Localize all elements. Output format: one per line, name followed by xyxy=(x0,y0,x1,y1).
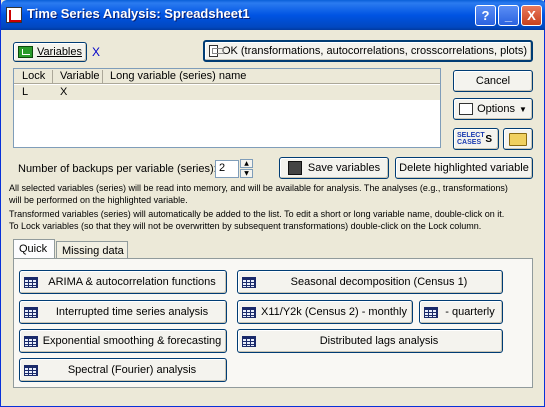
backups-label: Number of backups per variable (series): xyxy=(18,163,217,175)
folder-icon xyxy=(509,132,527,146)
grid-icon xyxy=(24,335,38,347)
grid-icon xyxy=(424,306,438,318)
save-icon xyxy=(287,161,302,175)
variable-list[interactable]: Lock Variable Long variable (series) nam… xyxy=(13,68,441,148)
seasonal-decomposition-button[interactable]: Seasonal decomposition (Census 1) xyxy=(237,270,503,294)
backups-up-button[interactable]: ▲ xyxy=(240,159,253,168)
options-label: Options xyxy=(477,103,515,115)
minimize-button[interactable]: _ xyxy=(498,5,519,26)
close-button[interactable]: X xyxy=(521,5,542,26)
grid-icon xyxy=(242,335,256,347)
backups-down-button[interactable]: ▼ xyxy=(240,169,253,178)
cancel-label: Cancel xyxy=(475,75,511,87)
grid-icon xyxy=(24,306,38,318)
save-variables-label: Save variables xyxy=(307,162,381,174)
save-variables-button[interactable]: Save variables xyxy=(279,157,389,179)
grid-icon xyxy=(242,306,256,318)
options-button[interactable]: Options ▼ xyxy=(453,98,533,120)
variable-list-header: Lock Variable Long variable (series) nam… xyxy=(14,69,440,84)
interrupted-time-series-button[interactable]: Interrupted time series analysis xyxy=(19,300,227,324)
grid-icon xyxy=(24,276,38,288)
seasonal-decomposition-label: Seasonal decomposition (Census 1) xyxy=(290,276,468,288)
tab-missing-data[interactable]: Missing data xyxy=(56,241,128,259)
options-icon xyxy=(459,103,474,115)
variables-label: Variables xyxy=(36,46,82,58)
interrupted-time-series-label: Interrupted time series analysis xyxy=(55,306,209,318)
backups-input[interactable]: 2 xyxy=(215,160,239,178)
row-variable-cell[interactable]: X xyxy=(60,86,67,98)
tab-quick[interactable]: Quick xyxy=(13,239,55,259)
variables-button[interactable]: Variables xyxy=(13,42,87,62)
select-cases-line1: SELECT xyxy=(457,132,485,139)
distributed-lags-label: Distributed lags analysis xyxy=(319,335,439,347)
delete-variable-label: Delete highlighted variable xyxy=(399,162,529,174)
ok-label: OK (transformations, autocorrelations, c… xyxy=(221,45,527,57)
distributed-lags-button[interactable]: Distributed lags analysis xyxy=(237,329,503,353)
arima-label: ARIMA & autocorrelation functions xyxy=(48,276,216,288)
help-button[interactable]: ? xyxy=(475,5,496,26)
ok-icon xyxy=(209,45,224,57)
grid-icon xyxy=(24,364,38,376)
arima-button[interactable]: ARIMA & autocorrelation functions xyxy=(19,270,227,294)
x11-monthly-label: X11/Y2k (Census 2) - monthly xyxy=(261,306,407,318)
selected-variables: X xyxy=(92,45,101,59)
exponential-smoothing-label: Exponential smoothing & forecasting xyxy=(42,335,222,347)
chevron-down-icon: ▼ xyxy=(519,104,527,114)
row-lock-cell[interactable]: L xyxy=(22,86,28,98)
ok-button[interactable]: OK (transformations, autocorrelations, c… xyxy=(203,40,533,62)
x11-quarterly-button[interactable]: - quarterly xyxy=(419,300,503,324)
info-line-3: Transformed variables (series) will auto… xyxy=(9,209,505,219)
variables-icon xyxy=(18,46,33,58)
spectral-analysis-button[interactable]: Spectral (Fourier) analysis xyxy=(19,358,227,382)
x11-quarterly-label: - quarterly xyxy=(445,306,495,318)
select-cases-button[interactable]: SELECT CASES S xyxy=(453,128,499,150)
info-line-1: All selected variables (series) will be … xyxy=(9,183,508,193)
info-line-2: will be performed on the highlighted var… xyxy=(9,195,188,205)
exponential-smoothing-button[interactable]: Exponential smoothing & forecasting xyxy=(19,329,227,353)
app-icon xyxy=(6,7,22,23)
dialog-window: Time Series Analysis: Spreadsheet1 ? _ X… xyxy=(0,0,545,407)
delete-variable-button[interactable]: Delete highlighted variable xyxy=(395,157,533,179)
window-title: Time Series Analysis: Spreadsheet1 xyxy=(27,6,250,21)
column-header-long-name[interactable]: Long variable (series) name xyxy=(110,70,246,82)
select-cases-line2: CASES xyxy=(457,139,482,146)
table-row[interactable]: L X xyxy=(14,85,440,100)
select-cases-symbol: S xyxy=(485,134,492,145)
x11-monthly-button[interactable]: X11/Y2k (Census 2) - monthly xyxy=(237,300,413,324)
column-header-lock[interactable]: Lock xyxy=(22,70,45,82)
grid-icon xyxy=(242,276,256,288)
spectral-analysis-label: Spectral (Fourier) analysis xyxy=(67,364,197,376)
cancel-button[interactable]: Cancel xyxy=(453,70,533,92)
title-bar[interactable]: Time Series Analysis: Spreadsheet1 ? _ X xyxy=(1,0,545,30)
open-folder-button[interactable] xyxy=(503,128,533,150)
column-header-variable[interactable]: Variable xyxy=(60,70,100,82)
info-line-4: To Lock variables (so that they will not… xyxy=(9,221,482,231)
